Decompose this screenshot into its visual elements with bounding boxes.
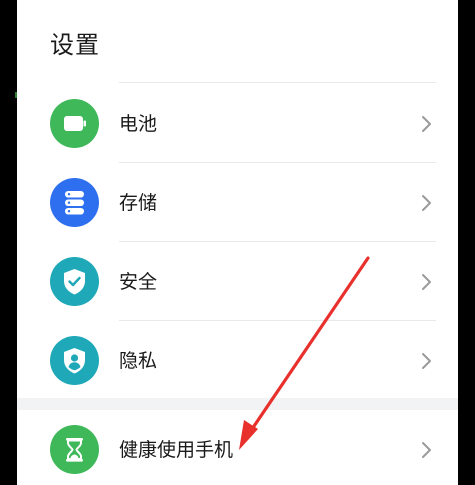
settings-item-label: 电池 (119, 113, 158, 135)
divider (119, 82, 436, 83)
storage-icon (50, 178, 99, 227)
chevron-right-icon (422, 442, 431, 458)
settings-item-label: 安全 (119, 271, 158, 293)
settings-item-storage[interactable]: 存储 (17, 163, 458, 242)
settings-item-digital-balance[interactable]: 健康使用手机 (17, 410, 458, 485)
settings-item-label: 隐私 (119, 350, 158, 372)
settings-item-label: 健康使用手机 (119, 439, 234, 461)
settings-item-privacy[interactable]: 隐私 (17, 321, 458, 400)
privacy-icon (50, 336, 99, 385)
chevron-right-icon (422, 195, 431, 211)
chevron-right-icon (422, 274, 431, 290)
chevron-right-icon (422, 116, 431, 132)
hourglass-icon (50, 425, 99, 474)
settings-item-battery[interactable]: 电池 (17, 84, 458, 163)
chevron-right-icon (422, 353, 431, 369)
settings-panel: 设置 电池 存储 安全 隐私 健康使用手机 (17, 0, 458, 485)
battery-icon (50, 99, 99, 148)
page-title: 设置 (50, 31, 100, 59)
settings-item-security[interactable]: 安全 (17, 242, 458, 321)
section-gap (17, 398, 458, 410)
shield-check-icon (50, 257, 99, 306)
settings-item-label: 存储 (119, 192, 158, 214)
